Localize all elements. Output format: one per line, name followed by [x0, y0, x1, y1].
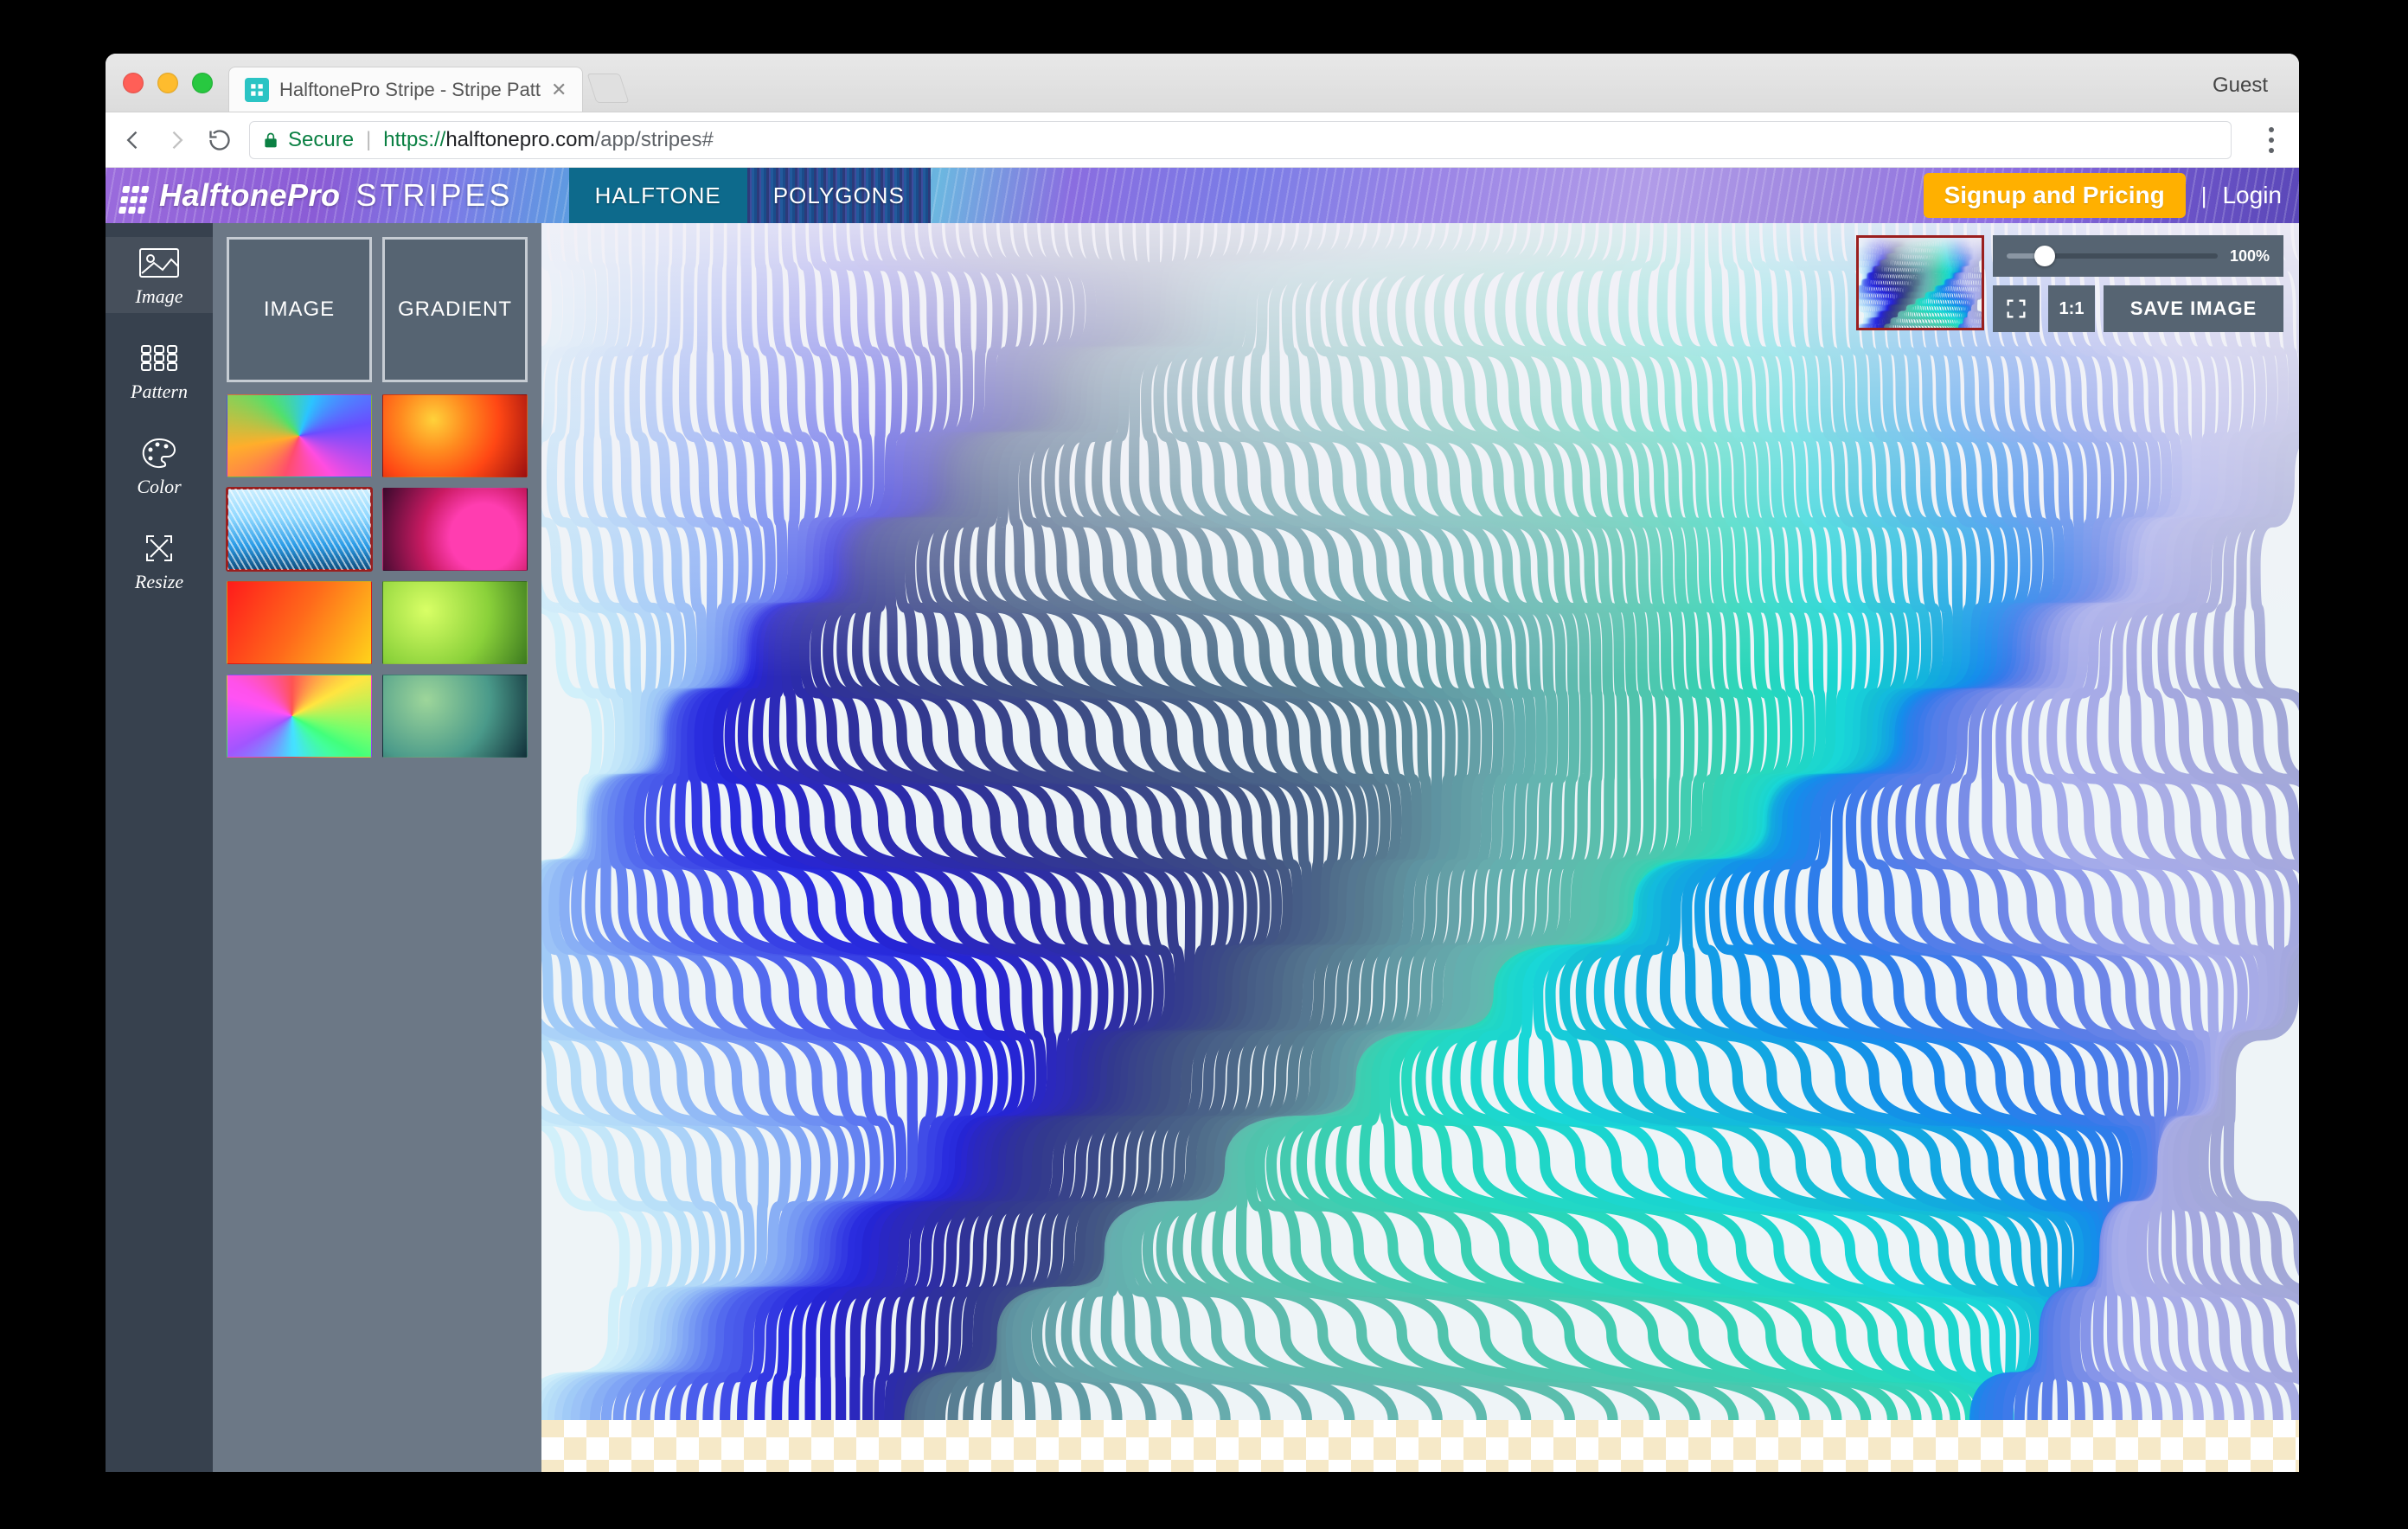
sidebar-item-label: Image [136, 285, 183, 308]
sidebar-item-pattern[interactable]: Pattern [106, 332, 213, 408]
window-minimize-button[interactable] [157, 73, 178, 93]
back-button[interactable] [119, 126, 147, 154]
reload-button[interactable] [206, 126, 234, 154]
actual-size-button[interactable]: 1:1 [2048, 285, 2095, 332]
fullscreen-button[interactable] [1993, 285, 2040, 332]
preset-fire[interactable] [227, 581, 372, 664]
slider-track[interactable] [2007, 253, 2218, 259]
secure-label: Secure [288, 128, 354, 152]
browser-tab-strip: HalftonePro Stripe - Stripe Patt ✕ Guest [106, 54, 2299, 112]
sidebar-item-label: Color [137, 476, 181, 498]
preset-sunset[interactable] [382, 394, 528, 477]
favicon-icon [245, 78, 269, 102]
kebab-icon [2269, 138, 2274, 143]
sidebar-nav: Image Pattern Co [106, 223, 213, 1472]
url-separator: | [366, 128, 371, 152]
profile-label[interactable]: Guest [2213, 74, 2268, 98]
header-separator: | [2201, 182, 2207, 209]
sidebar-item-resize[interactable]: Resize [106, 522, 213, 598]
browser-toolbar: Secure | https://halftonepro.com/app/str… [106, 112, 2299, 168]
url-bar[interactable]: Secure | https://halftonepro.com/app/str… [249, 121, 2232, 159]
brand-logo-icon [122, 184, 150, 193]
browser-window: HalftonePro Stripe - Stripe Patt ✕ Guest… [106, 54, 2299, 1472]
preset-grid [227, 394, 528, 758]
new-tab-button[interactable] [587, 74, 630, 103]
sidebar-item-label: Pattern [131, 381, 188, 403]
pattern-icon [137, 341, 182, 375]
nav-halftone[interactable]: HALFTONE [569, 168, 747, 223]
image-icon [137, 246, 182, 280]
app-header: HalftonePro STRIPES HALFTONE POLYGONS Si… [106, 168, 2299, 223]
stripe-output [541, 223, 2299, 1420]
canvas-area[interactable]: 100% 1:1 SAVE IMAGE [541, 223, 2299, 1472]
save-image-button[interactable]: SAVE IMAGE [2104, 285, 2283, 332]
preset-lime[interactable] [382, 581, 528, 664]
url-text: https://halftonepro.com/app/stripes# [383, 128, 714, 152]
tab-close-icon[interactable]: ✕ [551, 79, 567, 101]
window-close-button[interactable] [123, 73, 144, 93]
window-controls [123, 73, 213, 93]
preset-spectrum[interactable] [227, 394, 372, 477]
preset-ice[interactable] [227, 488, 372, 571]
resize-icon [137, 531, 182, 566]
source-panel: IMAGE GRADIENT [213, 223, 541, 1472]
nav-polygons[interactable]: POLYGONS [747, 168, 931, 223]
mode-gradient-button[interactable]: GRADIENT [382, 237, 528, 382]
sidebar-item-image[interactable]: Image [106, 237, 213, 313]
sidebar-item-label: Resize [135, 571, 183, 593]
browser-menu-button[interactable] [2258, 126, 2285, 154]
zoom-slider[interactable]: 100% [1993, 235, 2283, 277]
signup-button[interactable]: Signup and Pricing [1924, 173, 2186, 218]
preview-thumbnail[interactable] [1856, 235, 1984, 330]
sidebar-item-color[interactable]: Color [106, 427, 213, 503]
forward-button[interactable] [163, 126, 190, 154]
browser-tab[interactable]: HalftonePro Stripe - Stripe Patt ✕ [228, 67, 583, 112]
login-link[interactable]: Login [2222, 182, 2282, 209]
brand[interactable]: HalftonePro STRIPES [123, 177, 514, 214]
palette-icon [137, 436, 182, 470]
brand-sub: STRIPES [356, 177, 514, 214]
preset-teal[interactable] [382, 675, 528, 758]
app-body: Image Pattern Co [106, 223, 2299, 1472]
zoom-readout: 100% [2230, 247, 2270, 265]
preset-prism[interactable] [227, 675, 372, 758]
brand-main: HalftonePro [159, 177, 341, 214]
app-viewport: HalftonePro STRIPES HALFTONE POLYGONS Si… [106, 168, 2299, 1472]
header-nav: HALFTONE POLYGONS [569, 168, 931, 223]
preset-magenta[interactable] [382, 488, 528, 571]
lock-icon [262, 131, 279, 149]
browser-tab-title: HalftonePro Stripe - Stripe Patt [279, 79, 541, 101]
canvas-controls: 100% 1:1 SAVE IMAGE [1856, 235, 2283, 332]
window-maximize-button[interactable] [192, 73, 213, 93]
mode-image-button[interactable]: IMAGE [227, 237, 372, 382]
slider-knob[interactable] [2034, 246, 2055, 266]
